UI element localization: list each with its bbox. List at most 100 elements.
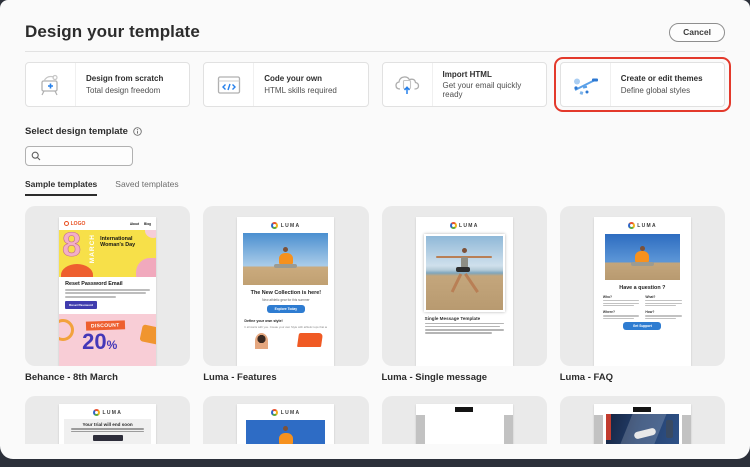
template-card-luma-single-message[interactable]: LUMA Single Message Template: [381, 206, 547, 366]
discount-number: 20: [82, 328, 107, 354]
tab-sample-templates[interactable]: Sample templates: [25, 179, 98, 196]
text-line: [71, 430, 144, 433]
template-card-football[interactable]: [559, 396, 725, 444]
text-line: [602, 300, 640, 302]
preview-nav: About Blog: [130, 222, 151, 226]
template-card-behance-8th-march[interactable]: LOGO About Blog 8 MARCH International Wo…: [25, 206, 191, 366]
preview-body-text: [424, 323, 504, 334]
template-preview: LUMA Single Message Template: [415, 217, 513, 366]
template-label: Luma - Features: [203, 372, 277, 383]
template-card-stadium[interactable]: [381, 396, 547, 444]
preview-headline: The New Collection is here!: [250, 290, 322, 296]
info-icon[interactable]: [133, 127, 142, 136]
luma-brand-text: LUMA: [459, 222, 479, 229]
preview-hero: 8 MARCH International Woman's Day: [59, 230, 157, 277]
template-card-trial-reminder[interactable]: LUMA Your trial will end soon: [25, 396, 191, 444]
header-divider: [25, 51, 725, 52]
option-label: Design from scratch: [86, 74, 164, 84]
preview-button: [92, 435, 123, 442]
template-preview: LUMA The New Collection is here! New ath…: [237, 217, 335, 366]
decor-shape: [59, 318, 75, 341]
search-box[interactable]: [25, 146, 133, 166]
figure-legs: [630, 261, 654, 266]
dark-logo-chip: [455, 407, 474, 412]
template-cell: LUMA Have a question ? Who? What? Where?…: [559, 206, 725, 383]
figure-shorts: [456, 267, 471, 273]
creation-options-row: Design from scratch Total design freedom…: [25, 57, 731, 112]
nav-item: About: [129, 221, 140, 226]
template-preview: [593, 404, 691, 444]
preview-logo: LOGO: [64, 221, 85, 227]
luma-pinwheel-icon: [271, 409, 279, 416]
select-template-heading-row: Select design template: [25, 126, 725, 137]
template-card-luma-faq[interactable]: LUMA Have a question ? Who? What? Where?…: [559, 206, 725, 366]
search-input[interactable]: [44, 151, 127, 161]
text-line: [645, 315, 682, 317]
cancel-button[interactable]: Cancel: [669, 23, 725, 42]
template-card-luma-photo[interactable]: LUMA: [203, 396, 369, 444]
football-action-photo: [605, 414, 679, 444]
template-card-luma-features[interactable]: LUMA The New Collection is here! New ath…: [203, 206, 369, 366]
option-import-html[interactable]: Import HTML Get your email quickly ready: [381, 62, 547, 107]
text-line: [424, 332, 492, 334]
template-label: Luma - FAQ: [559, 372, 614, 383]
template-preview: LUMA Your trial will end soon: [59, 404, 157, 444]
text-line: [424, 323, 504, 325]
luma-brand-text: LUMA: [280, 222, 301, 229]
luma-logo: LUMA: [59, 404, 156, 416]
tab-saved-templates[interactable]: Saved templates: [115, 179, 178, 196]
template-label: Behance - 8th March: [25, 372, 118, 383]
option-label: Code your own: [264, 74, 323, 84]
option-text: Code your own HTML skills required: [254, 63, 367, 106]
figure-torso: [460, 256, 468, 268]
option-design-from-scratch[interactable]: Design from scratch Total design freedom: [25, 62, 191, 107]
text-line: [71, 428, 144, 430]
nav-item: Blog: [144, 221, 152, 226]
text-line: [424, 329, 504, 331]
option-code-your-own[interactable]: Code your own HTML skills required: [203, 62, 369, 107]
option-text: Design from scratch Total design freedom: [76, 63, 189, 106]
stadium-sunset-photo: [428, 414, 501, 444]
side-column: [503, 415, 513, 444]
decor-shape: [605, 414, 611, 440]
cloud-upload-icon: [383, 63, 433, 106]
option-sublabel: Total design freedom: [86, 85, 161, 95]
faq-label: What?: [645, 295, 656, 299]
figure-head: [283, 246, 289, 252]
figure-body: [278, 432, 293, 444]
warrior-pose-photo: [425, 236, 503, 310]
blue-studio-photo: [246, 420, 326, 444]
figure-legs: [274, 264, 298, 269]
figure-head: [283, 425, 289, 431]
figure-player: [665, 420, 673, 438]
template-preview: LUMA: [237, 404, 335, 444]
discount-percent: %: [106, 337, 118, 352]
discount-ribbon: DISCOUNT: [85, 320, 125, 331]
faq-item: How?: [645, 310, 682, 319]
option-create-or-edit-themes[interactable]: Create or edit themes Define global styl…: [559, 62, 725, 107]
faq-grid: Who? What? Where? How?: [602, 295, 682, 319]
preview-button: Explore Today: [266, 305, 305, 314]
photo-frame: [423, 234, 505, 312]
faq-label: How?: [645, 310, 655, 315]
luma-logo: LUMA: [237, 217, 334, 229]
template-tabs: Sample templates Saved templates: [25, 179, 725, 196]
text-line: [602, 315, 640, 317]
beach-meditation-photo: [243, 233, 329, 285]
decor-shape: [61, 264, 94, 277]
luma-pinwheel-icon: [449, 222, 457, 229]
luma-pinwheel-icon: [627, 222, 635, 229]
option-sublabel: Define global styles: [620, 85, 691, 95]
select-template-heading: Select design template: [25, 126, 128, 137]
text-line: [602, 304, 634, 307]
orange-top-thumbnail: [297, 333, 324, 348]
text-line: [602, 317, 634, 319]
option-sublabel: Get your email quickly ready: [442, 81, 522, 100]
decor-shape: [139, 323, 157, 345]
trial-message-box: Your trial will end soon: [64, 419, 152, 444]
template-preview: LOGO About Blog 8 MARCH International Wo…: [59, 217, 157, 366]
easel-plus-icon: [26, 63, 76, 106]
side-column: [681, 415, 691, 444]
themes-tools-icon: [561, 63, 611, 106]
faq-item: Who?: [602, 295, 640, 307]
